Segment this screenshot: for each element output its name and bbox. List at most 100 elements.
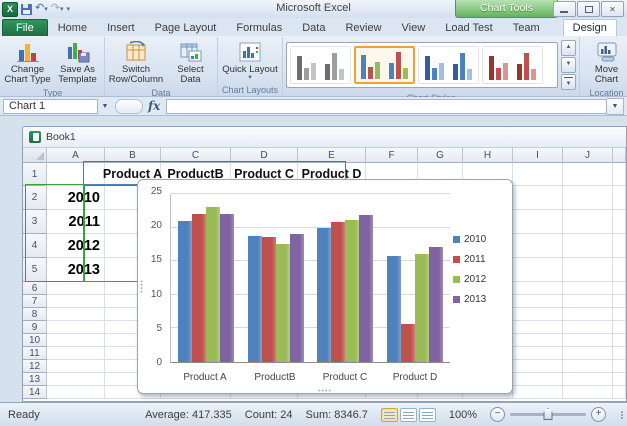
tab-insert[interactable]: Insert <box>97 19 145 36</box>
page-layout-view-icon[interactable] <box>399 407 417 422</box>
cell[interactable]: 2012 <box>47 234 105 258</box>
cell[interactable] <box>513 295 563 308</box>
cell[interactable] <box>47 321 105 334</box>
cell[interactable] <box>613 282 626 295</box>
bar-2010[interactable] <box>247 236 262 362</box>
bar-2013[interactable] <box>219 214 234 362</box>
tab-view[interactable]: View <box>392 19 436 36</box>
cell[interactable] <box>513 186 563 210</box>
cell[interactable] <box>513 308 563 321</box>
restore-button[interactable] <box>577 1 600 17</box>
row-header[interactable]: 11 <box>23 347 47 360</box>
switch-row-column-button[interactable]: Switch Row/Column <box>107 38 165 87</box>
tab-load-test[interactable]: Load Test <box>435 19 503 36</box>
bar-2011[interactable] <box>331 221 346 362</box>
cell[interactable] <box>613 373 626 386</box>
cell[interactable] <box>513 360 563 373</box>
column-header[interactable] <box>613 148 626 163</box>
chart-resize-handle-bottom[interactable]: •••• <box>318 388 332 395</box>
chart-resize-handle-left[interactable]: •••• <box>137 280 144 294</box>
formula-input[interactable] <box>166 98 607 114</box>
bar-2013[interactable] <box>289 234 304 362</box>
cell[interactable] <box>563 258 613 282</box>
column-header[interactable]: C <box>161 148 231 163</box>
row-header[interactable]: 2 <box>23 186 47 210</box>
cell[interactable] <box>47 334 105 347</box>
bar-2012[interactable] <box>205 207 220 362</box>
legend-item-2012[interactable]: 2012 <box>453 274 509 285</box>
cell[interactable] <box>47 282 105 295</box>
name-box[interactable]: Chart 1 <box>3 98 98 114</box>
cell[interactable] <box>613 360 626 373</box>
cell[interactable] <box>47 163 105 186</box>
column-header[interactable]: H <box>463 148 513 163</box>
column-header[interactable]: D <box>231 148 298 163</box>
cell[interactable] <box>513 163 563 186</box>
chart-plot-area[interactable] <box>170 193 450 363</box>
tab-review[interactable]: Review <box>335 19 391 36</box>
move-chart-button[interactable]: Move Chart <box>582 38 627 87</box>
column-header[interactable]: E <box>298 148 366 163</box>
legend-item-2013[interactable]: 2013 <box>453 294 509 305</box>
select-all-corner[interactable] <box>23 148 47 163</box>
column-header[interactable]: A <box>47 148 105 163</box>
row-header[interactable]: 9 <box>23 321 47 334</box>
zoom-slider-track[interactable] <box>510 408 586 420</box>
tab-data[interactable]: Data <box>292 19 335 36</box>
row-header[interactable]: 5 <box>23 258 47 282</box>
column-header[interactable]: G <box>418 148 463 163</box>
select-data-button[interactable]: Select Data <box>166 38 215 87</box>
cell[interactable] <box>613 295 626 308</box>
tab-home[interactable]: Home <box>48 19 97 36</box>
minimize-button[interactable] <box>553 1 576 17</box>
cell[interactable] <box>563 386 613 399</box>
column-header[interactable]: I <box>513 148 563 163</box>
cell[interactable] <box>47 347 105 360</box>
cell[interactable] <box>513 258 563 282</box>
cell[interactable] <box>613 334 626 347</box>
cell[interactable]: 2011 <box>47 210 105 234</box>
cell[interactable] <box>47 295 105 308</box>
tab-formulas[interactable]: Formulas <box>226 19 292 36</box>
bar-2011[interactable] <box>401 324 416 362</box>
zoom-out-icon[interactable]: − <box>490 407 505 422</box>
normal-view-icon[interactable] <box>380 407 398 422</box>
cell[interactable] <box>563 186 613 210</box>
chart-style-thumb-style-color[interactable] <box>354 46 415 84</box>
cell[interactable] <box>513 321 563 334</box>
cell[interactable] <box>563 373 613 386</box>
column-header[interactable]: B <box>105 148 161 163</box>
legend-item-2011[interactable]: 2011 <box>453 254 509 265</box>
tab-page-layout[interactable]: Page Layout <box>145 19 227 36</box>
cell[interactable]: 2010 <box>47 186 105 210</box>
cell[interactable] <box>613 163 626 186</box>
chart-object[interactable]: 0 5 10 15 20 25 Product A ProductB Product C Pro… <box>137 179 513 395</box>
bar-2010[interactable] <box>317 227 332 362</box>
cell[interactable] <box>47 360 105 373</box>
row-header[interactable]: 12 <box>23 360 47 373</box>
cell[interactable] <box>563 295 613 308</box>
page-break-view-icon[interactable] <box>418 407 436 422</box>
tab-team[interactable]: Team <box>503 19 550 36</box>
chart-legend[interactable]: 2010 2011 2012 2013 <box>453 234 509 305</box>
bar-2012[interactable] <box>415 253 430 362</box>
cell[interactable] <box>613 347 626 360</box>
formula-bar-expand-icon[interactable]: ▼ <box>607 97 624 115</box>
cell[interactable] <box>47 373 105 386</box>
row-header[interactable]: 10 <box>23 334 47 347</box>
bar-2011[interactable] <box>261 237 276 362</box>
cell[interactable] <box>513 210 563 234</box>
tab-design[interactable]: Design <box>562 19 617 36</box>
gallery-scroll-down-icon[interactable]: ▼ <box>561 57 576 73</box>
bar-2012[interactable] <box>345 219 360 362</box>
row-header[interactable]: 3 <box>23 210 47 234</box>
cell[interactable] <box>613 258 626 282</box>
cell[interactable] <box>513 347 563 360</box>
cell[interactable] <box>513 234 563 258</box>
close-button[interactable]: ✕ <box>601 1 624 17</box>
cell[interactable] <box>563 334 613 347</box>
tab-file[interactable]: File <box>2 19 48 36</box>
gallery-more-icon[interactable]: ▼ <box>561 74 576 90</box>
cell[interactable] <box>47 308 105 321</box>
bar-2011[interactable] <box>191 214 206 362</box>
